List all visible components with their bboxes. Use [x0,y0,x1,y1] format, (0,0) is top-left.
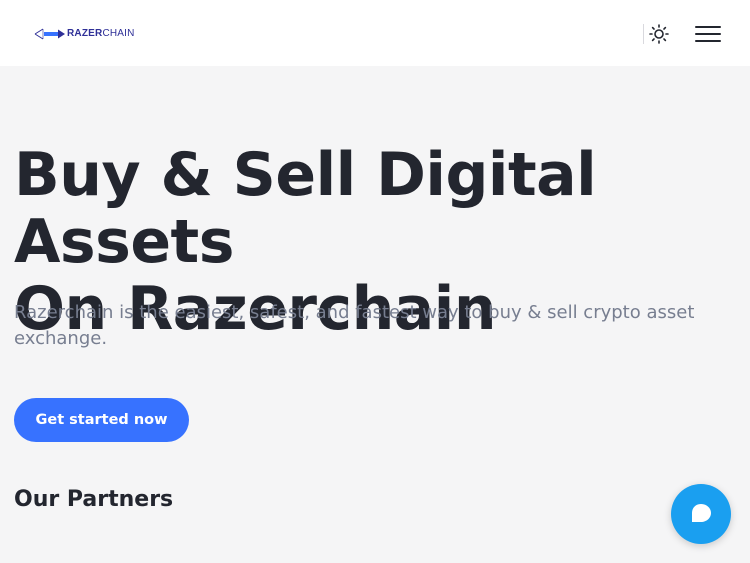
razerchain-logo[interactable]: RAZERCHAIN [33,25,135,43]
get-started-button[interactable]: Get started now [14,398,189,442]
sun-icon [649,24,669,44]
chat-bubble-icon [692,504,711,522]
top-header: RAZERCHAIN [0,0,750,66]
hamburger-menu-icon [695,26,721,42]
logo-wordmark: RAZERCHAIN [67,29,135,39]
header-divider [643,24,644,44]
arrow-logo-icon [34,28,65,40]
theme-toggle-button[interactable] [648,23,670,45]
logo-text-light: CHAIN [102,28,135,39]
logo-text-bold: RAZER [67,28,103,39]
hero-subtitle: Razerchain is the easiest, safest, and f… [14,302,695,349]
partners-heading: Our Partners [14,487,174,512]
chat-widget-button[interactable] [671,484,731,544]
menu-button[interactable] [695,24,721,44]
hero-title-line1: Buy & Sell Digital Assets [14,140,597,277]
